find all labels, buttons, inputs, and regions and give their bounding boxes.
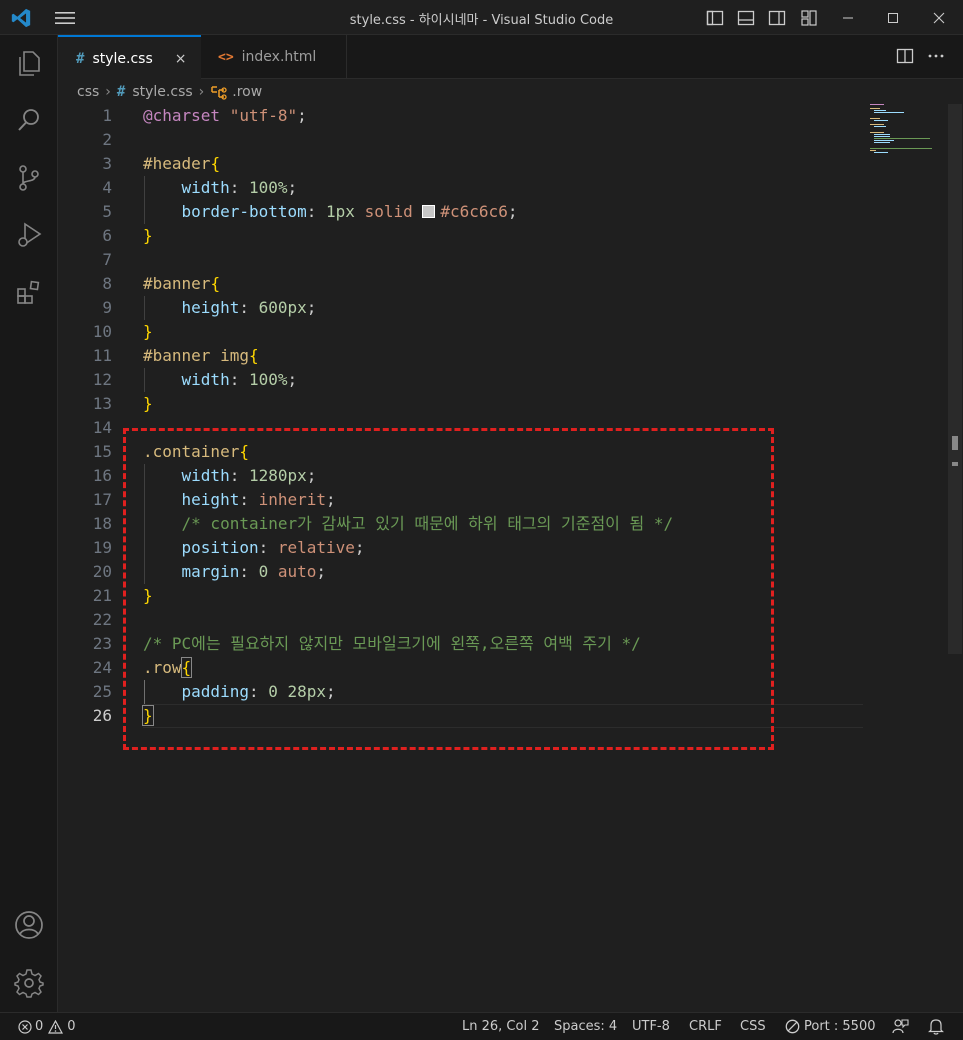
search-icon (18, 109, 39, 131)
customize-layout-icon[interactable] (800, 9, 818, 27)
settings-gear-icon (14, 969, 44, 998)
code-line: 2 (102, 130, 112, 149)
code-line: 8 #banner{ (102, 274, 221, 293)
cursor-position[interactable]: Ln 26, Col 2 (462, 1019, 539, 1034)
accounts-icon (15, 911, 43, 939)
title-bar: style.css - 하이시네마 - Visual Studio Code (0, 0, 963, 35)
breadcrumb: css › # style.css › .row (77, 82, 262, 102)
symbol-class-icon (211, 86, 227, 100)
status-bar: 0 0 Ln 26, Col 2 Spaces: 4 UTF-8 CRLF CS… (0, 1012, 963, 1040)
source-control-icon (19, 165, 39, 191)
scroll-marker (952, 462, 958, 466)
split-editor-icon[interactable] (896, 47, 914, 65)
no-entry-icon (785, 1019, 800, 1034)
color-swatch[interactable] (422, 205, 436, 218)
chevron-right-icon: › (105, 84, 111, 100)
close-tab-icon[interactable]: × (175, 51, 187, 67)
annotation-highlight-box (123, 428, 774, 750)
tab-label: index.html (241, 49, 317, 65)
indentation[interactable]: Spaces: 4 (554, 1019, 617, 1034)
breadcrumb-symbol[interactable]: .row (232, 84, 262, 100)
code-line: 13} (92, 394, 153, 413)
code-line: 9 height: 600px; (102, 298, 317, 317)
more-actions-icon[interactable] (927, 47, 945, 65)
minimap[interactable] (868, 104, 938, 164)
activity-search[interactable] (13, 104, 45, 136)
activity-explorer[interactable] (13, 47, 45, 79)
css-file-icon: # (116, 84, 126, 100)
minimize-icon (843, 17, 853, 18)
editor-tabs: # style.css × <> index.html (58, 35, 963, 80)
breadcrumb-folder[interactable]: css (77, 84, 99, 100)
code-line: 11 #banner img{ (92, 346, 259, 365)
live-server-port[interactable]: Port : 5500 (785, 1019, 876, 1034)
code-line: 7 (102, 250, 112, 269)
vertical-scrollbar[interactable] (948, 104, 962, 654)
vscode-logo-icon (11, 8, 31, 28)
code-line: 6} (102, 226, 153, 245)
maximize-icon (888, 12, 898, 23)
chevron-right-icon: › (198, 84, 205, 100)
tab-label: style.css (92, 50, 153, 67)
run-debug-icon (18, 222, 42, 247)
warning-icon (48, 1019, 64, 1034)
code-line: 4 width: 100%; (102, 178, 298, 197)
scroll-marker (952, 436, 958, 450)
hamburger-menu-icon[interactable] (54, 9, 76, 27)
tab-index-html[interactable]: <> index.html (201, 35, 347, 79)
code-line: 3 #header{ (102, 154, 221, 173)
close-icon (933, 12, 945, 23)
tab-style-css[interactable]: # style.css × (58, 35, 201, 80)
notifications-bell-icon[interactable] (928, 1018, 944, 1035)
code-line: 5 border-bottom: 1px solid #c6c6c6; (102, 202, 518, 221)
close-window-button[interactable] (916, 0, 962, 35)
encoding[interactable]: UTF-8 (632, 1019, 670, 1034)
maximize-button[interactable] (870, 0, 916, 35)
css-file-icon: # (76, 50, 85, 67)
activity-extensions[interactable] (13, 277, 45, 309)
error-count: 0 (35, 1019, 44, 1034)
toggle-secondary-sidebar-icon[interactable] (768, 9, 786, 27)
activity-source-control[interactable] (13, 162, 45, 194)
code-line: 12 width: 100%; (92, 370, 298, 389)
breadcrumb-file[interactable]: style.css (132, 84, 192, 100)
warning-count: 0 (67, 1019, 76, 1034)
language-mode[interactable]: CSS (740, 1019, 766, 1034)
activity-bar (0, 35, 58, 1012)
line-ending[interactable]: CRLF (689, 1019, 722, 1034)
html-file-icon: <> (218, 49, 234, 65)
activity-accounts[interactable] (13, 909, 45, 941)
code-line: 10} (92, 322, 153, 341)
feedback-icon[interactable] (892, 1018, 909, 1035)
toggle-panel-icon[interactable] (737, 9, 755, 27)
minimize-button[interactable] (825, 0, 871, 35)
extensions-icon (17, 280, 40, 304)
activity-settings[interactable] (13, 967, 45, 999)
problems-indicator[interactable]: 0 0 (18, 1019, 76, 1034)
code-line: 1 @charset "utf-8"; (102, 106, 307, 125)
toggle-primary-sidebar-icon[interactable] (706, 9, 724, 27)
explorer-icon (19, 51, 40, 76)
activity-run-debug[interactable] (13, 219, 45, 251)
window-title: style.css - 하이시네마 - Visual Studio Code (349, 13, 614, 28)
error-icon (18, 1019, 32, 1034)
